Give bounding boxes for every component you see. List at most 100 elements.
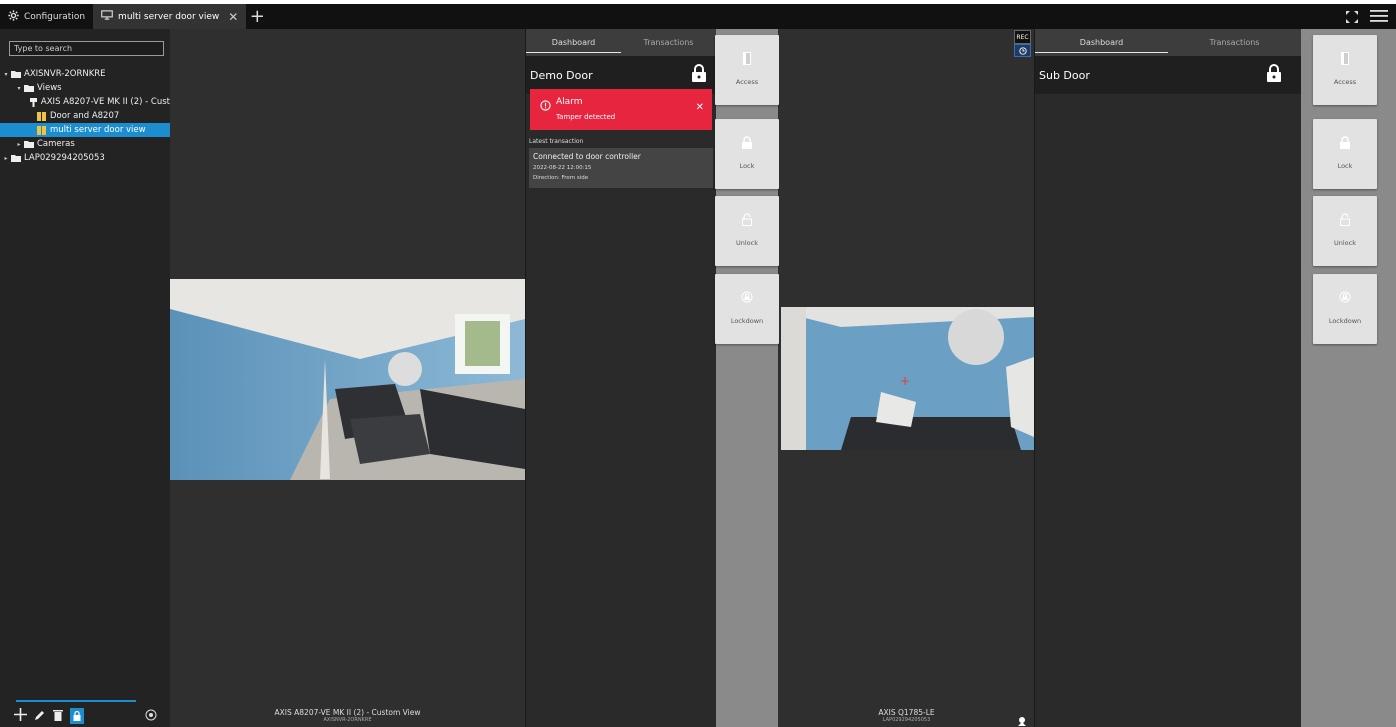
unlock-icon — [1313, 213, 1377, 226]
intercom-icon — [29, 97, 38, 107]
dismiss-alarm-button[interactable]: ✕ — [696, 102, 704, 113]
locked-icon — [1267, 64, 1281, 86]
tree-item[interactable]: ▾ Views — [0, 81, 170, 95]
tab-dashboard[interactable]: Dashboard — [526, 29, 621, 56]
tab-dashboard[interactable]: Dashboard — [1035, 29, 1168, 56]
lock-icon[interactable] — [70, 707, 84, 724]
access-label: Access — [1333, 78, 1357, 86]
close-tab-icon[interactable]: ✕ — [228, 10, 238, 24]
door-panel-sub-door: Dashboard Transactions Sub Door — [1035, 29, 1301, 727]
search-input[interactable] — [9, 41, 164, 56]
camera-feed-left — [170, 279, 525, 480]
unlock-label: Unlock — [736, 239, 758, 247]
tree-item[interactable]: ▸ LAP029294205053 — [0, 151, 170, 165]
tab-multi-server-door-view[interactable]: multi server door view ✕ — [93, 4, 247, 29]
lock-button[interactable]: Lock — [1313, 119, 1377, 189]
tree-item[interactable]: multi server door view — [0, 123, 170, 137]
add-icon[interactable] — [14, 706, 27, 725]
transaction-card[interactable]: Connected to door controller 2022-08-22 … — [529, 148, 713, 188]
lock-icon — [715, 136, 779, 149]
unlock-button[interactable]: Unlock — [1313, 196, 1377, 266]
tab-label: Configuration — [24, 11, 86, 22]
tree-item-label: AXISNVR-2ORNKRE — [24, 69, 106, 79]
transaction-direction: Direction: From side — [533, 175, 589, 181]
tree-item[interactable]: ▸ Cameras — [0, 137, 170, 151]
expand-caret-icon[interactable]: ▾ — [15, 85, 23, 92]
menu-icon[interactable] — [1370, 8, 1388, 27]
split-view-icon — [36, 111, 47, 121]
video-pane-right[interactable]: AXIS Q1785-LE LAP029294205053 — [779, 29, 1034, 727]
lockdown-button[interactable]: Lockdown — [1313, 274, 1377, 344]
lockdown-icon — [715, 291, 779, 303]
rec-controls: REC — [1014, 30, 1031, 58]
tree-item[interactable]: ▾ AXISNVR-2ORNKRE — [0, 67, 170, 81]
tree-item[interactable]: Door and A8207 — [0, 109, 170, 123]
folder-icon — [23, 140, 34, 148]
split-view-icon — [36, 125, 47, 135]
camera-feed-right — [781, 307, 1034, 450]
door-tabs: Dashboard Transactions — [526, 29, 716, 56]
lock-label: Lock — [739, 162, 755, 170]
alarm-title: Alarm — [556, 97, 583, 107]
rec-indicator[interactable]: REC — [1014, 30, 1031, 44]
sidebar-footer — [10, 699, 170, 727]
access-button[interactable]: Access — [1313, 35, 1377, 105]
alarm-banner: Alarm Tamper detected ✕ — [530, 89, 712, 130]
latest-transaction-label: Latest transaction — [529, 138, 584, 145]
door-tabs: Dashboard Transactions — [1035, 29, 1301, 56]
lockdown-button[interactable]: Lockdown — [715, 274, 779, 344]
tab-transactions[interactable]: Transactions — [621, 29, 716, 56]
clock-icon[interactable] — [1014, 44, 1031, 57]
folder-icon — [23, 84, 34, 92]
lock-icon — [1313, 136, 1377, 149]
alarm-message: Tamper detected — [556, 113, 616, 121]
server-name: LAP029294205053 — [882, 717, 931, 723]
lock-label: Lock — [1337, 162, 1353, 170]
alert-icon — [540, 96, 551, 115]
window-controls — [1346, 8, 1388, 27]
door-title: Sub Door — [1039, 69, 1090, 82]
lock-button[interactable]: Lock — [715, 119, 779, 189]
transaction-title: Connected to door controller — [533, 152, 641, 161]
lockdown-label: Lockdown — [730, 317, 764, 325]
delete-icon[interactable] — [53, 706, 63, 725]
video-pane-left[interactable]: AXIS A8207-VE MK II (2) - Custom View AX… — [170, 29, 525, 727]
access-button[interactable]: Access — [715, 35, 779, 105]
camera-name: AXIS A8207-VE MK II (2) - Custom View — [274, 708, 421, 717]
locked-icon — [692, 64, 706, 86]
tree-item-label: Door and A8207 — [50, 111, 120, 121]
folder-icon — [10, 70, 21, 78]
unlock-button[interactable]: Unlock — [715, 196, 779, 266]
expand-caret-icon[interactable]: ▾ — [2, 71, 10, 78]
tree-view: ▾ AXISNVR-2ORNKRE ▾ Views AXIS A8207-VE MK I… — [0, 67, 170, 165]
sidebar: ▾AXISNVR-2ORNKRE▾ViewsAXIS A8207-VE MK I… — [0, 29, 170, 727]
gear-icon — [8, 9, 19, 24]
tab-label: multi server door view — [118, 11, 220, 22]
camera-network-icon[interactable] — [145, 706, 157, 725]
door-header: Sub Door — [1035, 56, 1301, 94]
unlock-icon — [715, 213, 779, 226]
tab-configuration[interactable]: Configuration — [0, 4, 93, 29]
app-root: Configuration multi server door view ✕ +… — [0, 0, 1396, 727]
tree-item-label: AXIS A8207-VE MK II (2) - Cust — [40, 97, 170, 107]
lockdown-label: Lockdown — [1328, 317, 1362, 325]
expand-caret-icon[interactable]: ▸ — [2, 155, 10, 162]
ptz-icon[interactable] — [1016, 713, 1028, 727]
door-panel-demo-door: Dashboard Transactions Demo Door Alarm T… — [526, 29, 716, 727]
add-tab-button[interactable]: + — [246, 4, 268, 29]
server-name: AXISNVR-2ORNKRE — [323, 717, 372, 723]
tree-item-label: LAP029294205053 — [24, 153, 105, 163]
expand-caret-icon[interactable]: ▸ — [15, 141, 23, 148]
door-actions-demo-door: Access Lock Unlock Lockdown — [715, 29, 779, 727]
tree-item-label: Views — [37, 83, 62, 93]
edit-icon[interactable] — [34, 706, 46, 725]
door-actions-sub-door: Access Lock Unlock Lockdown — [1301, 29, 1396, 727]
unlock-label: Unlock — [1334, 239, 1356, 247]
door-title: Demo Door — [530, 69, 593, 82]
tab-transactions[interactable]: Transactions — [1168, 29, 1301, 56]
fullscreen-icon[interactable] — [1346, 8, 1358, 27]
tree-item[interactable]: AXIS A8207-VE MK II (2) - Cust — [0, 95, 170, 109]
folder-icon — [10, 154, 21, 162]
footer-divider — [16, 700, 136, 702]
lockdown-icon — [1313, 291, 1377, 303]
